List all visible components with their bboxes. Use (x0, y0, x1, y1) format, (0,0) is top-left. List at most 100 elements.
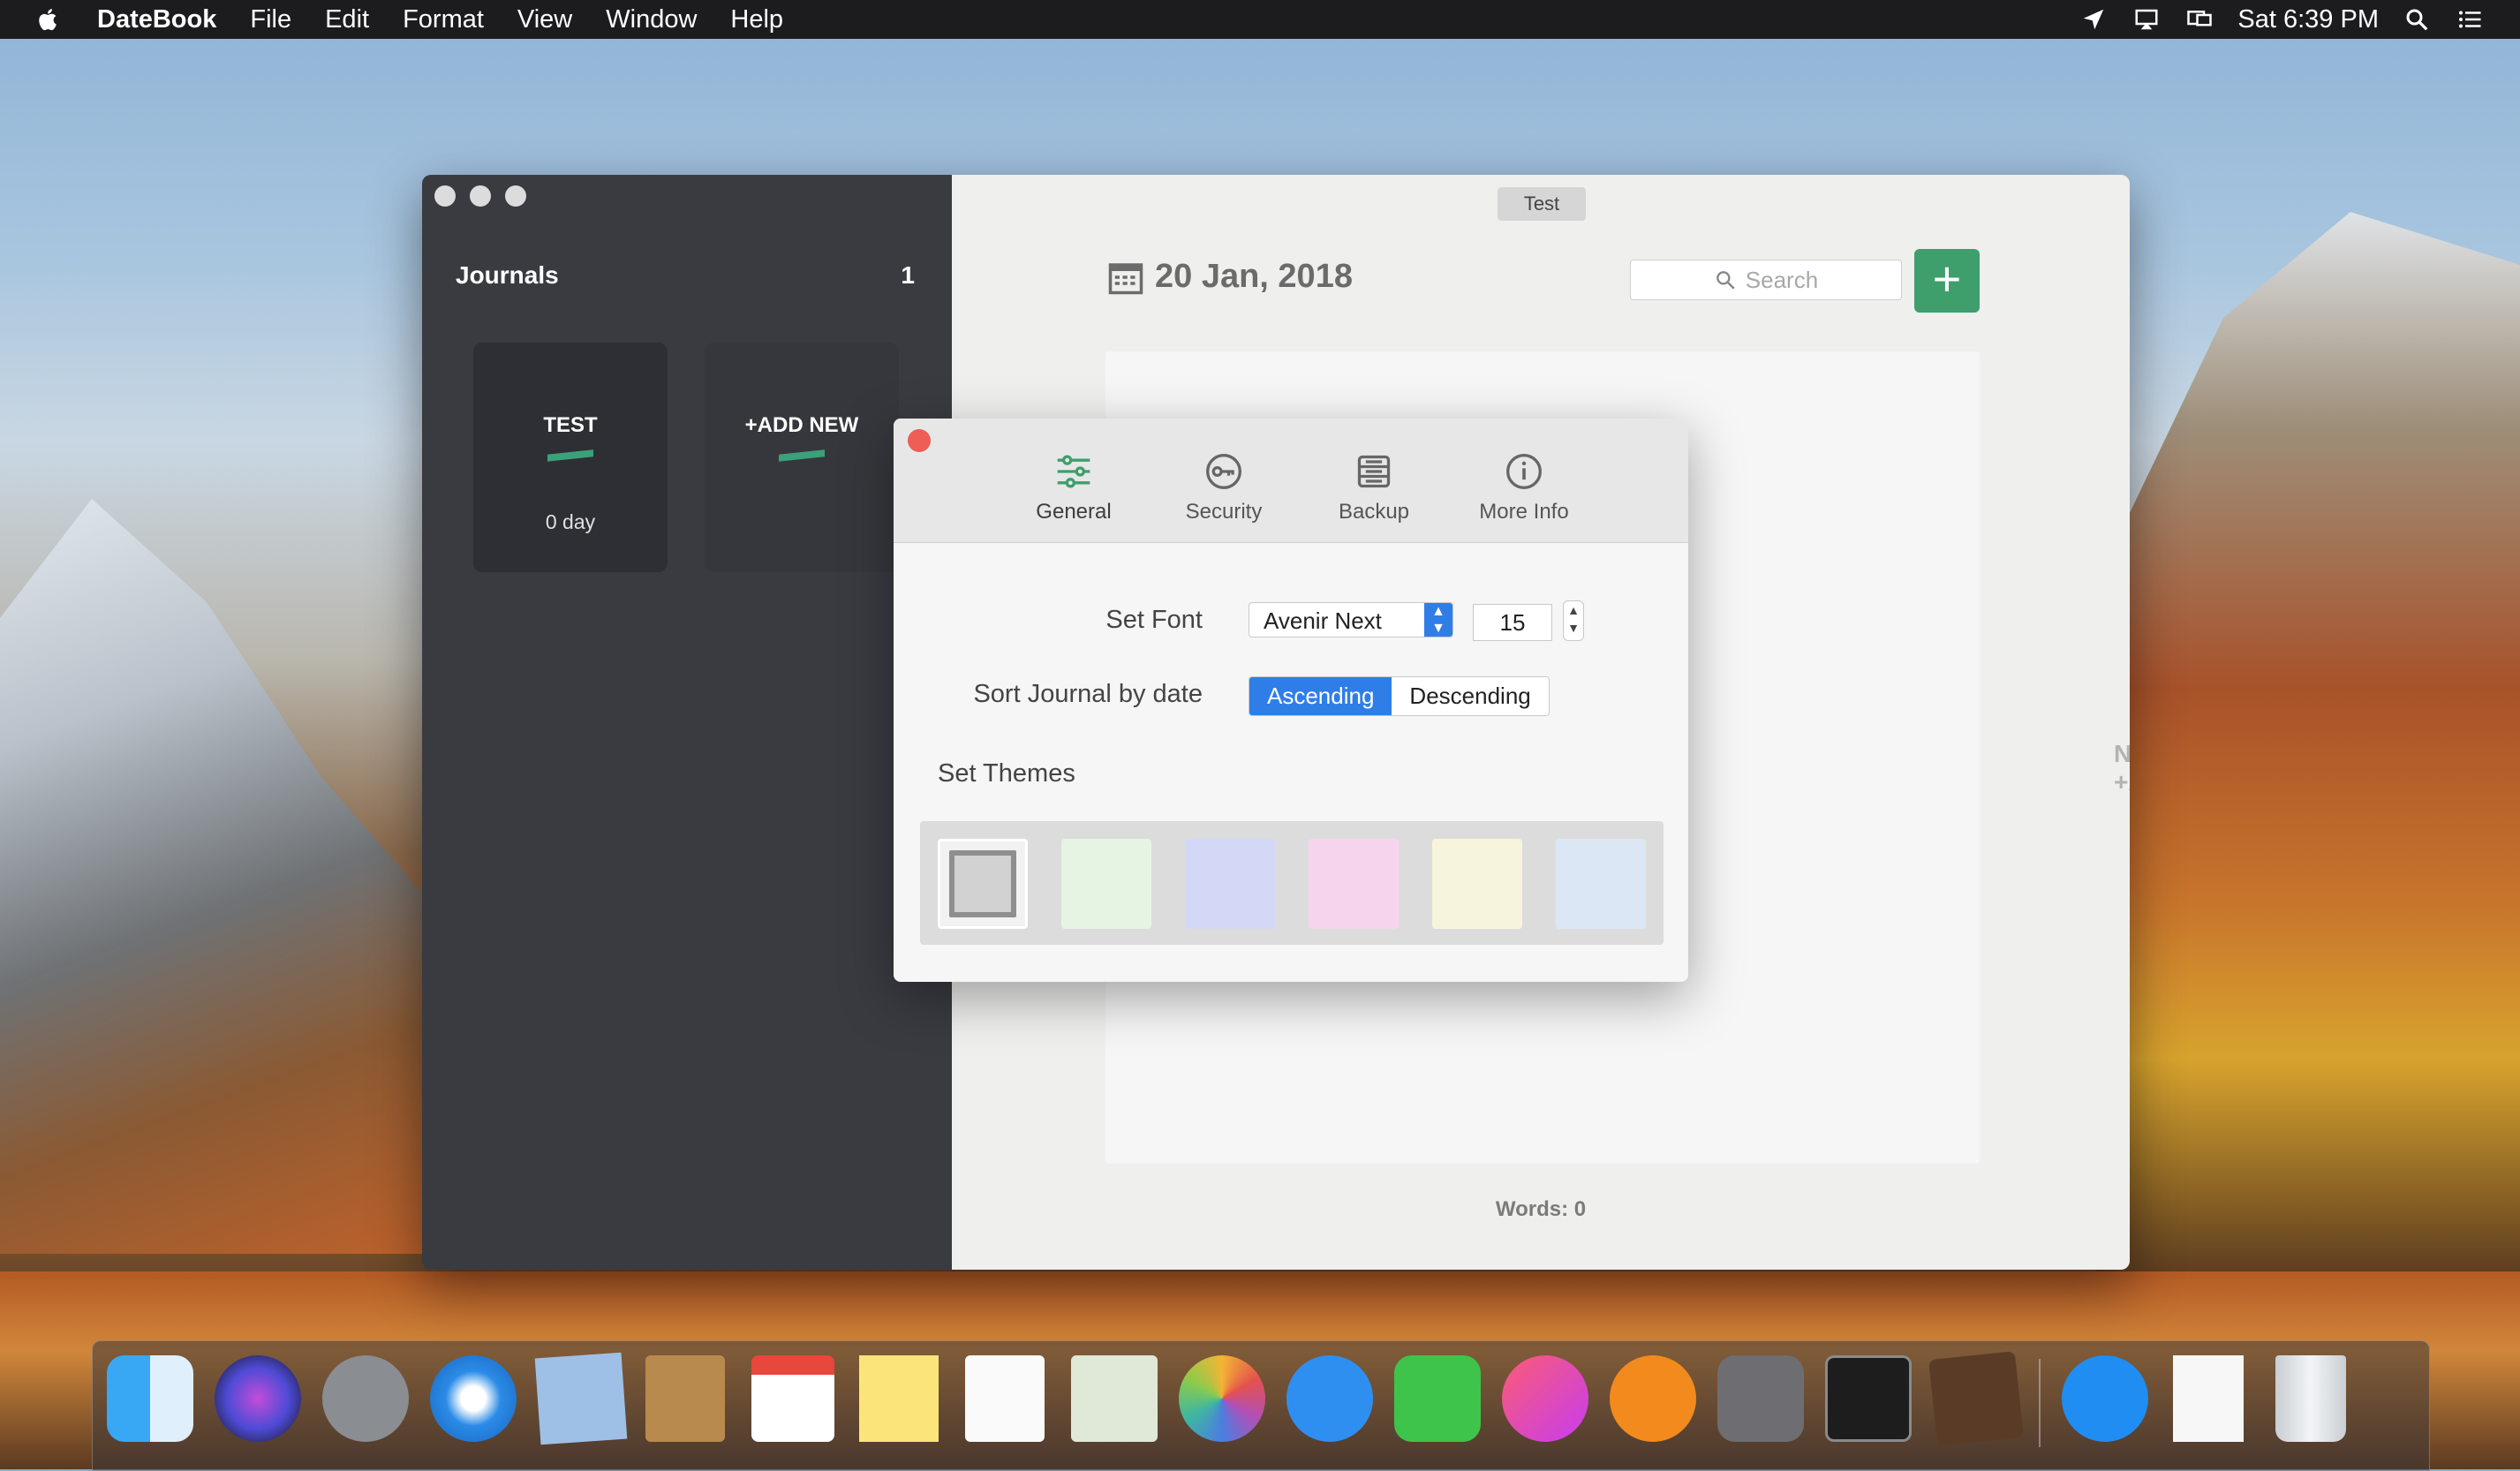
mail-icon[interactable] (534, 1352, 628, 1445)
journals-title: Journals (456, 261, 559, 289)
airplay-icon[interactable] (2131, 6, 2162, 33)
menu-view[interactable]: View (517, 5, 572, 34)
theme-swatch-green[interactable] (1061, 839, 1151, 929)
launchpad-icon[interactable] (322, 1355, 409, 1442)
tab-backup-label: Backup (1338, 500, 1410, 524)
theme-swatch-pink[interactable] (1309, 839, 1399, 929)
theme-swatch-blue[interactable] (1185, 839, 1275, 929)
journals-sidebar: Journals 1 TEST 0 day +ADD NEW (422, 175, 952, 1270)
finder-icon[interactable] (107, 1355, 193, 1442)
location-arrow-icon[interactable] (2079, 6, 2109, 33)
menu-help[interactable]: Help (730, 5, 783, 34)
tab-security[interactable]: Security (1167, 452, 1280, 524)
wallpaper-mountain-right (2096, 212, 2520, 1271)
journals-count: 1 (901, 261, 915, 289)
maps-icon[interactable] (1071, 1355, 1158, 1442)
sliders-icon (1057, 455, 1090, 488)
journal-tab[interactable]: Test (1498, 187, 1586, 221)
minimize-window-button[interactable] (470, 185, 491, 207)
menu-file[interactable]: File (250, 5, 291, 34)
messages-icon[interactable] (1286, 1355, 1373, 1442)
menu-clock[interactable]: Sat 6:39 PM (2237, 5, 2379, 34)
system-preferences-icon[interactable] (1717, 1355, 1804, 1442)
theme-swatch-gray-inner (949, 850, 1016, 917)
font-family-select[interactable]: Avenir Next ▲ ▼ (1249, 602, 1453, 637)
safari-icon[interactable] (430, 1355, 517, 1442)
info-icon (1506, 454, 1542, 489)
preferences-tabs: General Security Backup More Info (1017, 452, 1581, 524)
calendar-dock-icon[interactable] (751, 1355, 834, 1442)
dock (92, 1340, 2430, 1471)
tab-more-info-label: More Info (1479, 500, 1569, 524)
server-icon (1357, 455, 1391, 488)
theme-swatch-gray[interactable] (938, 839, 1028, 929)
menu-extras: Sat 6:39 PM (2079, 5, 2485, 34)
tab-general-label: General (1036, 500, 1112, 524)
siri-icon[interactable] (215, 1355, 301, 1442)
word-count: Words: 0 (1495, 1197, 1587, 1221)
notes-icon[interactable] (859, 1355, 939, 1442)
sort-ascending-button[interactable]: Ascending (1249, 677, 1392, 715)
add-entry-button[interactable]: + (1914, 249, 1980, 313)
photos-icon[interactable] (1179, 1355, 1265, 1442)
reminders-icon[interactable] (965, 1355, 1045, 1442)
empty-hint-text: N) to +Add (2114, 740, 2130, 796)
menu-format[interactable]: Format (403, 5, 484, 34)
dock-divider (2039, 1359, 2041, 1447)
calendar-icon[interactable] (1105, 259, 1146, 296)
notification-center-icon[interactable] (2455, 6, 2485, 33)
theme-swatch-yellow[interactable] (1432, 839, 1522, 929)
zoom-window-button[interactable] (505, 185, 526, 207)
journal-card-test[interactable]: TEST 0 day (473, 343, 668, 572)
theme-swatch-lightblue[interactable] (1556, 839, 1646, 929)
current-date: 20 Jan, 2018 (1155, 258, 1353, 295)
sort-order-segmented-control: Ascending Descending (1249, 676, 1550, 716)
display-icon[interactable] (2184, 6, 2214, 33)
apple-icon[interactable] (35, 6, 62, 33)
spotlight-search-icon[interactable] (2402, 6, 2432, 33)
menu-bar: DateBook File Edit Format View Window He… (0, 0, 2520, 39)
search-icon (1716, 271, 1735, 290)
font-size-field[interactable]: 15 (1473, 604, 1552, 641)
add-new-journal-card[interactable]: +ADD NEW (705, 343, 899, 572)
set-themes-label: Set Themes (938, 759, 1075, 788)
journal-card-accent (547, 449, 593, 462)
theme-swatches (920, 821, 1664, 945)
close-preferences-button[interactable] (908, 429, 931, 452)
trash-icon[interactable] (2275, 1355, 2346, 1442)
sort-descending-button[interactable]: Descending (1392, 677, 1549, 715)
document-icon[interactable] (2173, 1355, 2244, 1442)
font-size-stepper[interactable]: ▲ ▼ (1563, 600, 1584, 641)
ibooks-icon[interactable] (1610, 1355, 1696, 1442)
font-family-value: Avenir Next (1264, 607, 1382, 634)
set-font-label: Set Font (1105, 606, 1203, 634)
preferences-toolbar: General Security Backup More Info (894, 419, 1688, 543)
tab-general[interactable]: General (1017, 452, 1130, 524)
preferences-panel: General Security Backup More Info Set Fo… (894, 419, 1688, 982)
menu-window[interactable]: Window (606, 5, 697, 34)
wallpaper-mountain-left (0, 499, 459, 1254)
add-new-accent (779, 449, 825, 462)
journal-card-name: TEST (543, 413, 598, 437)
tab-security-label: Security (1185, 500, 1263, 524)
tab-backup[interactable]: Backup (1317, 452, 1430, 524)
app-store-icon[interactable] (2062, 1355, 2148, 1442)
add-new-label: +ADD NEW (744, 413, 859, 437)
key-icon (1206, 454, 1241, 489)
date-header: 20 Jan, 2018 (1105, 258, 1353, 296)
menu-edit[interactable]: Edit (325, 5, 369, 34)
tab-more-info[interactable]: More Info (1467, 452, 1581, 524)
close-window-button[interactable] (434, 185, 456, 207)
terminal-icon[interactable] (1825, 1355, 1912, 1442)
select-chevron-icon: ▲ ▼ (1424, 603, 1452, 637)
search-placeholder: Search (1745, 266, 1819, 293)
window-controls (434, 185, 526, 207)
search-input[interactable]: Search (1630, 260, 1902, 300)
contacts-icon[interactable] (645, 1355, 725, 1442)
journal-card-days: 0 day (545, 510, 596, 533)
itunes-icon[interactable] (1502, 1355, 1588, 1442)
menu-app-name[interactable]: DateBook (97, 5, 216, 34)
datebook-dock-icon[interactable] (1928, 1351, 2024, 1446)
facetime-icon[interactable] (1394, 1355, 1481, 1442)
sort-journal-label: Sort Journal by date (973, 680, 1203, 708)
